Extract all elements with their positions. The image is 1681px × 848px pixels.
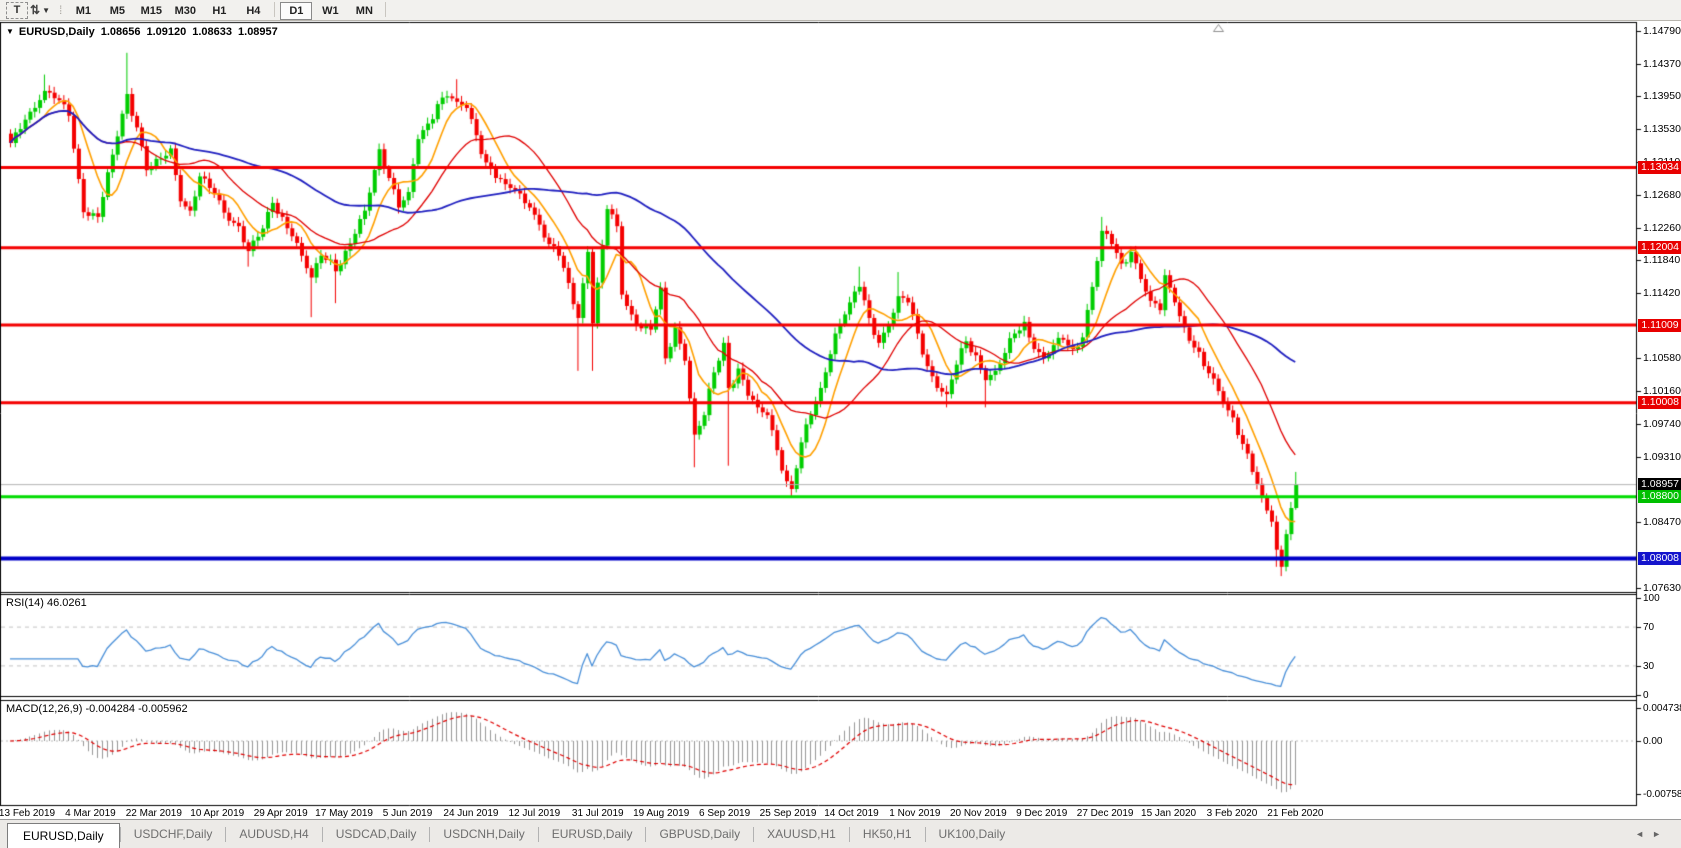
chart-tab-eurusd-daily[interactable]: EURUSD,Daily	[7, 822, 120, 848]
date-tick-label: 31 Jul 2019	[571, 808, 624, 819]
rsi-label: RSI(14) 46.0261	[6, 597, 87, 609]
date-tick-label: 14 Oct 2019	[824, 808, 879, 819]
price-level-badge: 1.08800	[1638, 490, 1681, 504]
price-tick-label: 1.13530	[1643, 122, 1681, 135]
price-tick-label: 1.10580	[1643, 352, 1681, 365]
date-tick-label: 15 Jan 2020	[1141, 808, 1197, 819]
price-tick-label: 1.14790	[1643, 25, 1681, 38]
price-chart-canvas[interactable]	[0, 0, 1681, 848]
date-tick-label: 22 Mar 2019	[125, 808, 182, 819]
chart-tab-xauusd-h1[interactable]: XAUUSD,H1	[754, 827, 849, 841]
date-tick-label: 5 Jun 2019	[382, 808, 433, 819]
price-tick-label: 1.12260	[1643, 221, 1681, 234]
date-tick-label: 1 Nov 2019	[889, 808, 941, 819]
arrange-tool-button[interactable]: ⇅ ▼	[30, 2, 50, 19]
caret-down-icon: ▼	[42, 5, 50, 15]
rsi-tick-label: 100	[1643, 593, 1660, 604]
ohlc-low: 1.08633	[192, 26, 233, 38]
price-tick-label: 1.08470	[1643, 516, 1681, 529]
price-tick-label: 1.13950	[1643, 90, 1681, 103]
tab-scroll-right-icon[interactable]: ►	[1652, 829, 1669, 839]
timeframe-button-group: M1 M5 M15 M30 H1 H4 D1 W1 MN	[66, 1, 390, 20]
chart-tab-audusd-h4[interactable]: AUDUSD,H4	[226, 827, 321, 841]
rsi-tick-label: 0	[1643, 690, 1649, 701]
price-tick-label: 1.09310	[1643, 451, 1681, 464]
date-tick-label: 12 Jul 2019	[508, 808, 561, 819]
date-tick-label: 10 Apr 2019	[190, 808, 245, 819]
date-tick-label: 21 Feb 2020	[1267, 808, 1324, 819]
macd-tick-label: 0.004738	[1643, 702, 1681, 714]
text-tool-button[interactable]: T	[6, 1, 28, 19]
ohlc-high: 1.09120	[146, 26, 187, 38]
rsi-tick-label: 70	[1643, 622, 1655, 634]
timeframe-button-h1[interactable]: H1	[203, 2, 235, 20]
price-level-badge: 1.08008	[1638, 551, 1681, 565]
timeframe-button-m15[interactable]: M15	[135, 2, 167, 20]
date-tick-label: 29 Apr 2019	[253, 808, 308, 819]
macd-tick-label: 0.00	[1643, 736, 1663, 747]
date-tick-label: 20 Nov 2019	[949, 808, 1007, 819]
date-tick-label: 19 Aug 2019	[633, 808, 690, 819]
date-tick-label: 24 Jun 2019	[443, 808, 499, 819]
chart-tab-bar: EURUSD,Daily USDCHF,Daily AUDUSD,H4 USDCAD,…	[0, 819, 1681, 848]
price-level-badge: 1.08957	[1638, 478, 1681, 492]
date-tick-label: 25 Sep 2019	[759, 808, 817, 819]
price-tick-label: 1.14370	[1643, 57, 1681, 70]
tab-scroll-arrows[interactable]: ◄►	[1635, 829, 1669, 839]
chart-title: ▼ EURUSD,Daily 1.08656 1.09120 1.08633 1.0895…	[6, 26, 278, 38]
price-level-badge: 1.10008	[1638, 396, 1681, 410]
collapse-icon[interactable]: ▼	[6, 27, 14, 36]
chart-tabs: EURUSD,Daily USDCHF,Daily AUDUSD,H4 USDCAD,…	[7, 821, 1018, 848]
timeframe-button-m5[interactable]: M5	[101, 2, 133, 20]
date-tick-label: 17 May 2019	[315, 808, 374, 819]
timeframe-button-d1[interactable]: D1	[280, 1, 313, 20]
chart-tab-gbpusd-daily[interactable]: GBPUSD,Daily	[646, 827, 753, 841]
date-tick-label: 6 Sep 2019	[699, 808, 751, 819]
mt4-window: T ⇅ ▼ ⁞ M1 M5 M15 M30 H1 H4 D1 W1 MN ▼ EURUSD,Dai…	[0, 0, 1681, 848]
price-tick-label: 1.10160	[1643, 385, 1681, 398]
price-tick-label: 1.11420	[1643, 287, 1681, 300]
chart-tab-usdchf-daily[interactable]: USDCHF,Daily	[121, 827, 226, 841]
macd-label: MACD(12,26,9) -0.004284 -0.005962	[6, 703, 188, 715]
macd-tick-label: -0.007584	[1643, 789, 1681, 801]
price-tick-label: 1.07630	[1643, 581, 1681, 594]
date-tick-label: 9 Dec 2019	[1016, 808, 1068, 819]
rsi-tick-label: 30	[1643, 660, 1655, 672]
tab-scroll-left-icon[interactable]: ◄	[1635, 829, 1652, 839]
date-tick-label: 3 Feb 2020	[1206, 808, 1258, 819]
timeframe-button-h4[interactable]: H4	[237, 2, 269, 20]
price-tick-label: 1.11840	[1643, 254, 1681, 267]
chart-tab-usdcad-daily[interactable]: USDCAD,Daily	[323, 827, 430, 841]
price-level-badge: 1.12004	[1638, 241, 1681, 255]
timeframe-button-w1[interactable]: W1	[314, 2, 346, 20]
chart-tab-uk100-daily[interactable]: UK100,Daily	[926, 827, 1019, 841]
timeframe-button-m1[interactable]: M1	[67, 2, 99, 20]
price-level-badge: 1.13034	[1638, 161, 1681, 175]
toolbar-grip-icon: ⁞	[59, 3, 63, 17]
chart-tab-hk50-h1[interactable]: HK50,H1	[850, 827, 925, 841]
ohlc-close: 1.08957	[238, 26, 278, 38]
chart-tab-eurusd-daily[interactable]: EURUSD,Daily	[539, 827, 646, 841]
date-tick-label: 4 Mar 2019	[65, 808, 116, 819]
timeframe-button-mn[interactable]: MN	[348, 2, 380, 20]
price-tick-label: 1.09740	[1643, 417, 1681, 430]
date-tick-label: 13 Feb 2019	[0, 808, 56, 819]
price-level-badge: 1.11009	[1638, 318, 1681, 332]
date-tick-label: 27 Dec 2019	[1076, 808, 1134, 819]
price-tick-label: 1.12680	[1643, 189, 1681, 202]
ohlc-open: 1.08656	[100, 26, 141, 38]
chart-tab-usdcnh-daily[interactable]: USDCNH,Daily	[430, 827, 537, 841]
timeframe-button-m30[interactable]: M30	[169, 2, 201, 20]
arrows-icon: ⇅	[30, 3, 41, 17]
chart-symbol: EURUSD,Daily	[18, 26, 95, 38]
toolbar: T ⇅ ▼ ⁞ M1 M5 M15 M30 H1 H4 D1 W1 MN	[0, 0, 1681, 21]
